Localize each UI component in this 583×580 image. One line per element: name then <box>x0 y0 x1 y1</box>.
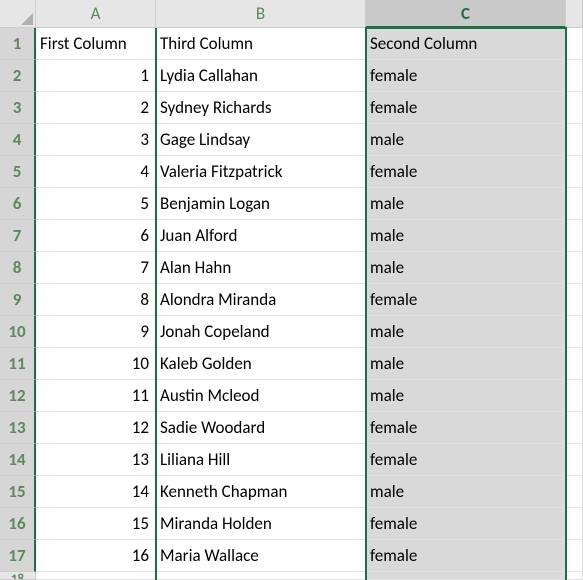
row-header[interactable]: 6 <box>0 188 36 220</box>
cell[interactable]: male <box>366 316 566 348</box>
cell[interactable] <box>566 476 583 508</box>
cell[interactable] <box>566 156 583 188</box>
column-header-a[interactable]: A <box>36 0 156 28</box>
row-header[interactable]: 14 <box>0 444 36 476</box>
cell[interactable] <box>566 412 583 444</box>
cell[interactable]: male <box>366 380 566 412</box>
cell[interactable]: female <box>366 92 566 124</box>
cell[interactable]: female <box>366 508 566 540</box>
cell[interactable]: Maria Wallace <box>156 540 366 572</box>
cell[interactable] <box>566 124 583 156</box>
cell[interactable] <box>566 380 583 412</box>
cell[interactable]: female <box>366 156 566 188</box>
cell[interactable]: male <box>366 220 566 252</box>
cell[interactable] <box>156 572 366 580</box>
cell[interactable] <box>566 508 583 540</box>
cell[interactable]: female <box>366 412 566 444</box>
cell[interactable] <box>566 316 583 348</box>
cell[interactable]: 4 <box>36 156 156 188</box>
row-header[interactable]: 10 <box>0 316 36 348</box>
cell[interactable]: Kenneth Chapman <box>156 476 366 508</box>
spreadsheet-grid[interactable]: A B C 1 First Column Third Column Second… <box>0 0 583 580</box>
cell[interactable] <box>566 28 583 60</box>
row-header[interactable]: 7 <box>0 220 36 252</box>
cell[interactable] <box>566 284 583 316</box>
cell[interactable]: female <box>366 444 566 476</box>
cell[interactable]: male <box>366 188 566 220</box>
cell[interactable]: male <box>366 252 566 284</box>
cell[interactable] <box>366 572 566 580</box>
row-header[interactable]: 12 <box>0 380 36 412</box>
cell[interactable]: First Column <box>36 28 156 60</box>
cell[interactable]: Lydia Callahan <box>156 60 366 92</box>
cell[interactable]: 1 <box>36 60 156 92</box>
cell[interactable]: 10 <box>36 348 156 380</box>
cell[interactable]: Jonah Copeland <box>156 316 366 348</box>
cell[interactable]: 8 <box>36 284 156 316</box>
row-header[interactable]: 13 <box>0 412 36 444</box>
row-header[interactable]: 18 <box>0 572 36 580</box>
cell[interactable] <box>566 572 583 580</box>
cell[interactable]: 7 <box>36 252 156 284</box>
cell[interactable] <box>566 540 583 572</box>
cell[interactable]: Austin Mcleod <box>156 380 366 412</box>
cell[interactable]: 15 <box>36 508 156 540</box>
row-header[interactable]: 17 <box>0 540 36 572</box>
cell[interactable] <box>566 252 583 284</box>
cell[interactable]: Juan Alford <box>156 220 366 252</box>
row-header[interactable]: 4 <box>0 124 36 156</box>
cell[interactable] <box>566 92 583 124</box>
cell[interactable]: 11 <box>36 380 156 412</box>
cell[interactable]: 9 <box>36 316 156 348</box>
row-header[interactable]: 2 <box>0 60 36 92</box>
cell[interactable]: female <box>366 60 566 92</box>
cell[interactable]: Sydney Richards <box>156 92 366 124</box>
cell[interactable]: male <box>366 348 566 380</box>
row-header[interactable]: 1 <box>0 28 36 60</box>
row-header[interactable]: 3 <box>0 92 36 124</box>
row-header[interactable]: 16 <box>0 508 36 540</box>
row-header[interactable]: 5 <box>0 156 36 188</box>
row-header[interactable]: 15 <box>0 476 36 508</box>
cell[interactable]: Benjamin Logan <box>156 188 366 220</box>
cell[interactable]: 6 <box>36 220 156 252</box>
cell[interactable] <box>566 220 583 252</box>
cell[interactable]: female <box>366 284 566 316</box>
row-header[interactable]: 9 <box>0 284 36 316</box>
cell[interactable]: male <box>366 476 566 508</box>
column-header-d[interactable] <box>566 0 583 28</box>
cell[interactable]: 3 <box>36 124 156 156</box>
cell[interactable]: Alondra Miranda <box>156 284 366 316</box>
cell[interactable]: Valeria Fitzpatrick <box>156 156 366 188</box>
cell[interactable]: Liliana Hill <box>156 444 366 476</box>
cell[interactable]: 12 <box>36 412 156 444</box>
cell[interactable]: 13 <box>36 444 156 476</box>
cell[interactable]: 14 <box>36 476 156 508</box>
cell[interactable]: female <box>366 540 566 572</box>
row-header[interactable]: 8 <box>0 252 36 284</box>
cell[interactable]: Miranda Holden <box>156 508 366 540</box>
cell[interactable]: Sadie Woodard <box>156 412 366 444</box>
cell[interactable]: Kaleb Golden <box>156 348 366 380</box>
select-all-corner[interactable] <box>0 0 36 28</box>
cell[interactable]: Second Column <box>366 28 566 60</box>
cell[interactable]: male <box>366 124 566 156</box>
cell[interactable]: Gage Lindsay <box>156 124 366 156</box>
column-header-c[interactable]: C <box>366 0 566 28</box>
cell[interactable] <box>36 572 156 580</box>
cell[interactable]: 2 <box>36 92 156 124</box>
column-header-b[interactable]: B <box>156 0 366 28</box>
cell[interactable]: 16 <box>36 540 156 572</box>
cell[interactable]: Third Column <box>156 28 366 60</box>
cell[interactable] <box>566 60 583 92</box>
cell[interactable] <box>566 348 583 380</box>
cell[interactable]: Alan Hahn <box>156 252 366 284</box>
row-header[interactable]: 11 <box>0 348 36 380</box>
cell[interactable] <box>566 444 583 476</box>
cell[interactable]: 5 <box>36 188 156 220</box>
cell[interactable] <box>566 188 583 220</box>
